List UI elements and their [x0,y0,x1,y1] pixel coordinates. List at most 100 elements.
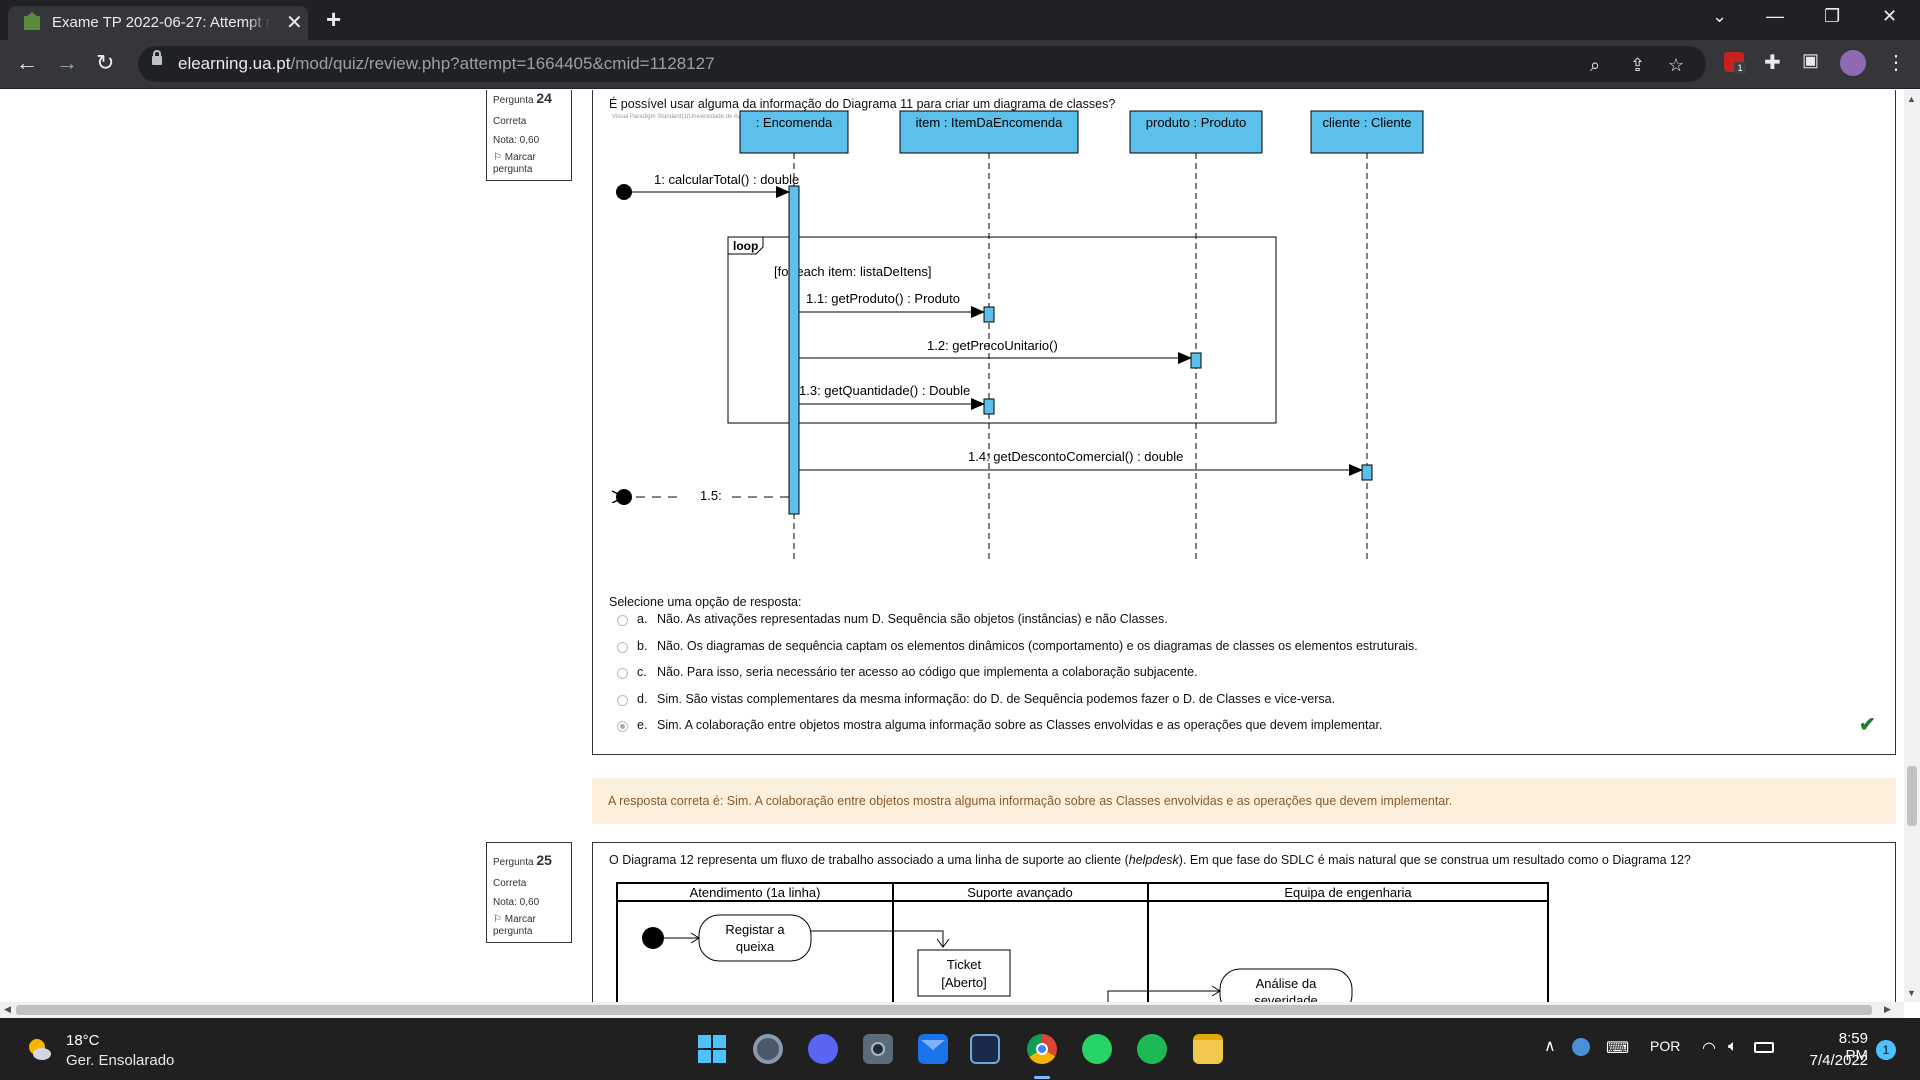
scroll-left-arrow-icon[interactable]: ◀ [4,1004,11,1015]
clock-app-icon[interactable] [1572,1038,1590,1056]
mail-icon[interactable] [918,1034,948,1064]
radio-e-selected[interactable] [617,721,628,732]
menu-icon[interactable]: ⋮ [1886,50,1906,75]
correct-answer-feedback: A resposta correta é: Sim. A colaboração… [592,778,1896,824]
close-window-icon[interactable]: ✕ [1882,6,1897,27]
vertical-scroll-thumb[interactable] [1907,766,1917,826]
question-status: Correta [493,877,527,889]
tab-search-chevron-icon[interactable]: ⌄ [1712,6,1727,27]
discord-icon[interactable] [808,1034,838,1064]
question-label: Pergunta [493,857,534,868]
question-number: 24 [536,90,552,106]
chrome-icon[interactable] [1027,1034,1057,1064]
activation-produto [1190,352,1202,369]
activation-cliente [1361,464,1373,481]
message-1-1-label: 1.1: getProduto() : Produto [806,291,960,306]
message-1-5-label: 1.5: [700,488,722,503]
object-ticket-label-1: Ticket [947,957,982,972]
close-tab-icon[interactable]: ✕ [286,10,303,35]
flag-icon: ⚐ [493,151,502,163]
forward-arrow-icon[interactable]: → [56,50,78,76]
weather-temperature[interactable]: 18°C [66,1032,100,1049]
sequence-diagram: Visual Paradigm Standard(1(Universidade … [593,110,1424,561]
horizontal-scroll-thumb[interactable] [16,1005,1872,1015]
windows-taskbar: 18°C Ger. Ensolarado ∧ ⌨ POR ◠ 🔈︎ 8:59 P… [0,1018,1920,1080]
question-grade: Nota: 0,60 [493,134,540,146]
back-arrow-icon[interactable]: ← [16,50,38,76]
scroll-down-arrow-icon[interactable]: ▼ [1907,988,1916,998]
flow-to-analise [1107,990,1220,1002]
scroll-right-arrow-icon[interactable]: ▶ [1884,1004,1891,1015]
scroll-up-arrow-icon[interactable]: ▲ [1907,94,1916,104]
answer-prompt: Selecione uma opção de resposta: [609,595,802,609]
feedback-text: A resposta correta é: Sim. A colaboração… [608,794,1453,808]
show-hidden-icons-chevron-icon[interactable]: ∧ [1544,1036,1556,1056]
radio-a[interactable] [617,615,628,626]
chrome-active-indicator [1034,1076,1050,1079]
browser-toolbar: ← → ↻ elearning.ua.pt/mod/quiz/review.ph… [0,40,1920,89]
wifi-icon[interactable]: ◠ [1702,1038,1716,1058]
radio-b[interactable] [617,642,628,653]
flag-question-link[interactable]: ⚐ Marcar pergunta [493,152,565,176]
activation-item-2 [983,398,995,415]
question-info-25: Pergunta 25 Correta Nota: 0,60 ⚐ Marcar … [486,842,572,943]
question-label: Pergunta [493,95,534,106]
action-registar-label-2: queixa [736,939,775,954]
minimize-icon[interactable]: — [1766,6,1784,27]
browser-tab[interactable]: Exame TP 2022-06-27: Attempt review ✕ [8,6,308,40]
file-explorer-icon[interactable] [1193,1034,1223,1064]
correct-check-icon: ✔ [1859,714,1876,736]
tab-strip: Exame TP 2022-06-27: Attempt review ✕ + … [0,0,1920,40]
profile-avatar[interactable] [1840,50,1866,76]
notification-badge[interactable]: 1 [1876,1040,1896,1060]
question-status: Correta [493,115,527,127]
radio-c[interactable] [617,668,628,679]
share-icon[interactable]: ⇪ [1630,55,1645,76]
windows-start-icon[interactable] [697,1034,727,1064]
flag-question-link[interactable]: ⚐ Marcar pergunta [493,914,565,938]
lock-icon[interactable] [152,50,162,65]
weather-description[interactable]: Ger. Ensolarado [66,1052,174,1069]
action-analise-label-1: Análise da [1256,976,1317,991]
flow-registar-ticket [811,930,944,947]
star-icon[interactable]: ☆ [1668,55,1684,76]
virtualbox-icon[interactable] [970,1034,1000,1064]
battery-icon[interactable] [1754,1042,1774,1053]
loop-label: loop [733,239,758,253]
question-content-24: É possível usar alguma da informação do … [592,90,1896,755]
keyboard-icon[interactable]: ⌨ [1606,1038,1629,1058]
url-text[interactable]: elearning.ua.pt/mod/quiz/review.php?atte… [178,54,715,74]
extensions-icon[interactable]: ✚ [1764,50,1781,75]
lost-message-end [616,489,632,505]
activation-encomenda [788,185,800,515]
diagram-watermark: Visual Paradigm Standard(1(Universidade … [612,114,755,120]
side-panel-icon[interactable]: ▣ [1802,50,1819,71]
ublock-extension-icon[interactable]: 1 [1724,52,1746,74]
vertical-scrollbar[interactable]: ▲ ▼ [1904,90,1920,1002]
lifeline-label-cliente: cliente : Cliente [1323,115,1412,130]
camera-icon[interactable] [863,1034,893,1064]
object-ticket-label-2: [Aberto] [941,975,987,990]
lifeline-label-item: item : ItemDaEncomenda [916,115,1063,130]
lifeline-label-encomenda: : Encomenda [756,115,833,130]
message-1-2-label: 1.2: getPrecoUnitario() [927,338,1058,353]
horizontal-scrollbar[interactable]: ◀ ▶ [0,1002,1904,1018]
lane-atendimento: Atendimento (1a linha) [690,885,821,900]
settings-icon[interactable] [753,1034,783,1064]
restore-icon[interactable]: ❐ [1824,6,1840,27]
radio-d[interactable] [617,695,628,706]
lane-engenharia: Equipa de engenharia [1284,885,1412,900]
language-indicator[interactable]: POR [1650,1038,1680,1054]
moodle-favicon-icon [24,12,40,30]
address-bar[interactable]: elearning.ua.pt/mod/quiz/review.php?atte… [138,46,1706,82]
zoom-icon[interactable]: ⌕ [1590,55,1600,76]
action-registar-label-1: Registar a [725,922,785,937]
reload-icon[interactable]: ↻ [96,50,114,76]
clock-date[interactable]: 7/4/2022 [1802,1052,1868,1069]
activity-diagram: Atendimento (1a linha) Suporte avançado … [616,882,1549,1002]
new-tab-icon[interactable]: + [326,4,341,35]
spotify-icon[interactable] [1137,1034,1167,1064]
whatsapp-icon[interactable] [1082,1034,1112,1064]
sun-cloud-weather-icon[interactable] [26,1036,52,1062]
volume-icon[interactable]: 🔈︎ [1728,1038,1738,1056]
